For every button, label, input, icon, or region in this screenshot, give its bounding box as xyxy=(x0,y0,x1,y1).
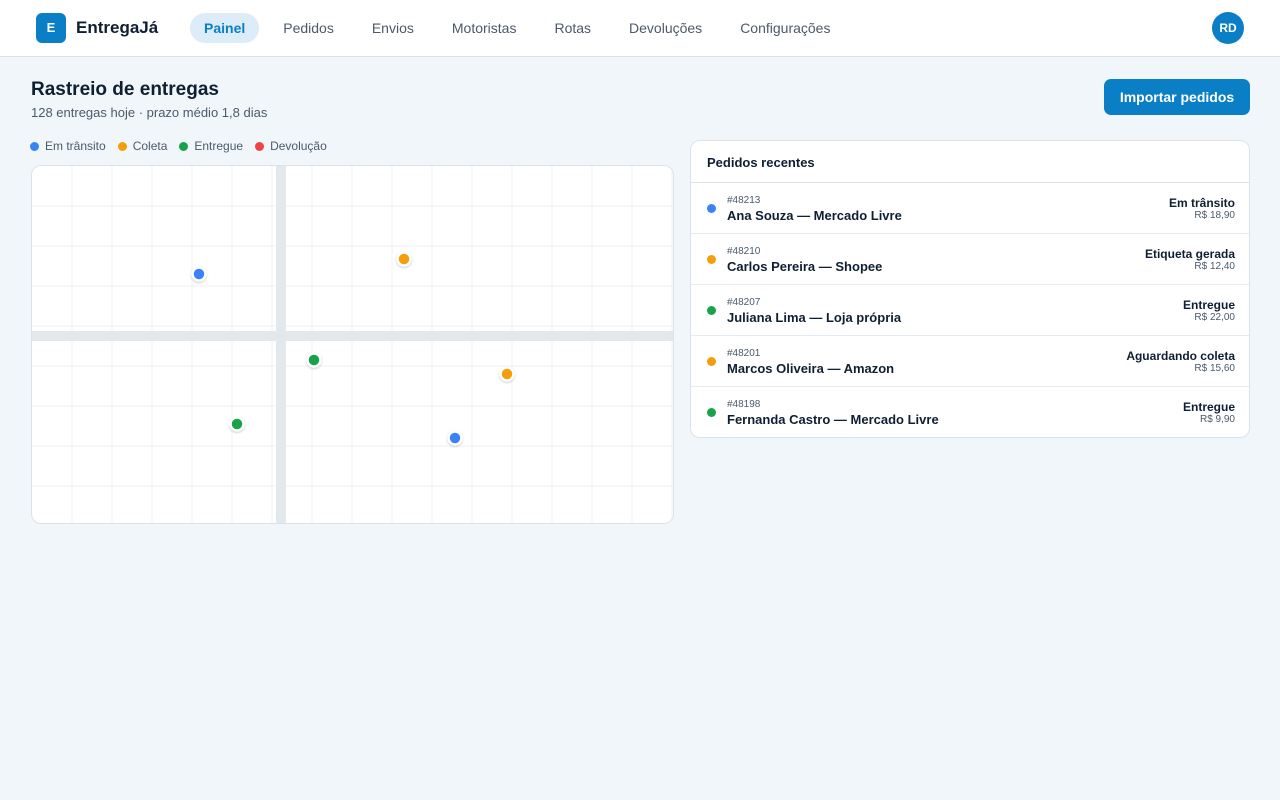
legend-item-em-transito: Em trânsito xyxy=(30,139,106,153)
order-id: #48201 xyxy=(727,348,761,359)
map-grid xyxy=(32,166,673,523)
delivery-map[interactable] xyxy=(31,165,674,524)
order-id: #48198 xyxy=(727,399,761,410)
order-row[interactable]: #48213 Ana Souza — Mercado Livre Em trân… xyxy=(691,183,1249,234)
delivery-marker-transit[interactable] xyxy=(447,430,463,446)
order-id: #48210 xyxy=(727,246,761,257)
order-status: Entregue xyxy=(1182,400,1235,414)
recent-orders-panel: Pedidos recentes #48213 Ana Souza — Merc… xyxy=(690,140,1250,438)
nav-item-configuracoes[interactable]: Configurações xyxy=(726,13,844,43)
main-nav: Painel Pedidos Envios Motoristas Rotas D… xyxy=(190,13,854,43)
nav-item-pedidos[interactable]: Pedidos xyxy=(269,13,348,43)
map-canvas[interactable] xyxy=(32,166,674,524)
order-status: Entregue xyxy=(1182,298,1235,312)
legend-label: Devolução xyxy=(270,139,327,153)
order-customer: Ana Souza — Mercado Livre xyxy=(727,208,902,223)
brand-name[interactable]: EntregaJá xyxy=(76,18,158,38)
order-price: R$ 9,90 xyxy=(1199,414,1235,425)
nav-item-rotas[interactable]: Rotas xyxy=(540,13,605,43)
map-legend: Em trânsito Coleta Entregue Devolução xyxy=(30,139,339,153)
map-road-vertical xyxy=(276,166,286,523)
map-markers xyxy=(191,251,515,446)
page-subtitle: 128 entregas hoje · prazo médio 1,8 dias xyxy=(31,105,268,120)
legend-item-devolucao: Devolução xyxy=(255,139,327,153)
nav-item-devolucoes[interactable]: Devoluções xyxy=(615,13,716,43)
legend-dot-icon xyxy=(179,141,189,151)
order-id: #48213 xyxy=(727,195,761,206)
delivery-marker-delivered[interactable] xyxy=(229,416,245,432)
legend-dot-icon xyxy=(117,141,127,151)
map-road-horizontal xyxy=(32,331,673,341)
order-customer: Juliana Lima — Loja própria xyxy=(727,310,902,325)
top-navigation-bar: E EntregaJá Painel Pedidos Envios Motori… xyxy=(0,0,1280,57)
order-price: R$ 12,40 xyxy=(1194,261,1235,272)
status-dot-icon xyxy=(707,204,716,213)
user-avatar[interactable]: RD xyxy=(1212,12,1244,44)
nav-item-painel[interactable]: Painel xyxy=(190,13,260,43)
status-dot-icon xyxy=(707,408,716,417)
legend-label: Em trânsito xyxy=(45,139,106,153)
order-customer: Carlos Pereira — Shopee xyxy=(727,259,883,274)
page-title: Rastreio de entregas xyxy=(31,79,219,100)
order-customer: Marcos Oliveira — Amazon xyxy=(727,361,895,376)
order-status: Etiqueta gerada xyxy=(1144,247,1235,261)
delivery-marker-delivered[interactable] xyxy=(306,352,322,368)
order-price: R$ 15,60 xyxy=(1194,363,1235,374)
recent-orders-title: Pedidos recentes xyxy=(707,155,815,170)
nav-item-envios[interactable]: Envios xyxy=(358,13,428,43)
brand-logo-icon[interactable]: E xyxy=(36,13,66,43)
status-dot-icon xyxy=(707,255,716,264)
order-row[interactable]: #48198 Fernanda Castro — Mercado Livre E… xyxy=(691,387,1249,437)
order-row[interactable]: #48207 Juliana Lima — Loja própria Entre… xyxy=(691,285,1249,336)
status-dot-icon xyxy=(707,357,716,366)
status-dot-icon xyxy=(707,306,716,315)
legend-dot-icon xyxy=(255,141,265,151)
order-price: R$ 18,90 xyxy=(1194,210,1235,221)
order-row[interactable]: #48210 Carlos Pereira — Shopee Etiqueta … xyxy=(691,234,1249,285)
delivery-marker-pickup[interactable] xyxy=(396,251,412,267)
order-status: Aguardando coleta xyxy=(1126,349,1235,363)
import-orders-button[interactable]: Importar pedidos xyxy=(1104,79,1250,115)
order-status: Em trânsito xyxy=(1168,196,1235,210)
delivery-marker-transit[interactable] xyxy=(191,266,207,282)
order-customer: Fernanda Castro — Mercado Livre xyxy=(727,412,939,427)
legend-label: Entregue xyxy=(194,139,244,153)
order-id: #48207 xyxy=(727,297,761,308)
legend-dot-icon xyxy=(30,141,39,151)
nav-item-motoristas[interactable]: Motoristas xyxy=(438,13,531,43)
legend-item-coleta: Coleta xyxy=(117,139,168,153)
delivery-marker-pickup[interactable] xyxy=(499,366,515,382)
legend-label: Coleta xyxy=(132,139,168,153)
order-row[interactable]: #48201 Marcos Oliveira — Amazon Aguardan… xyxy=(691,336,1249,387)
order-price: R$ 22,00 xyxy=(1194,312,1235,323)
legend-item-entregue: Entregue xyxy=(179,139,243,153)
